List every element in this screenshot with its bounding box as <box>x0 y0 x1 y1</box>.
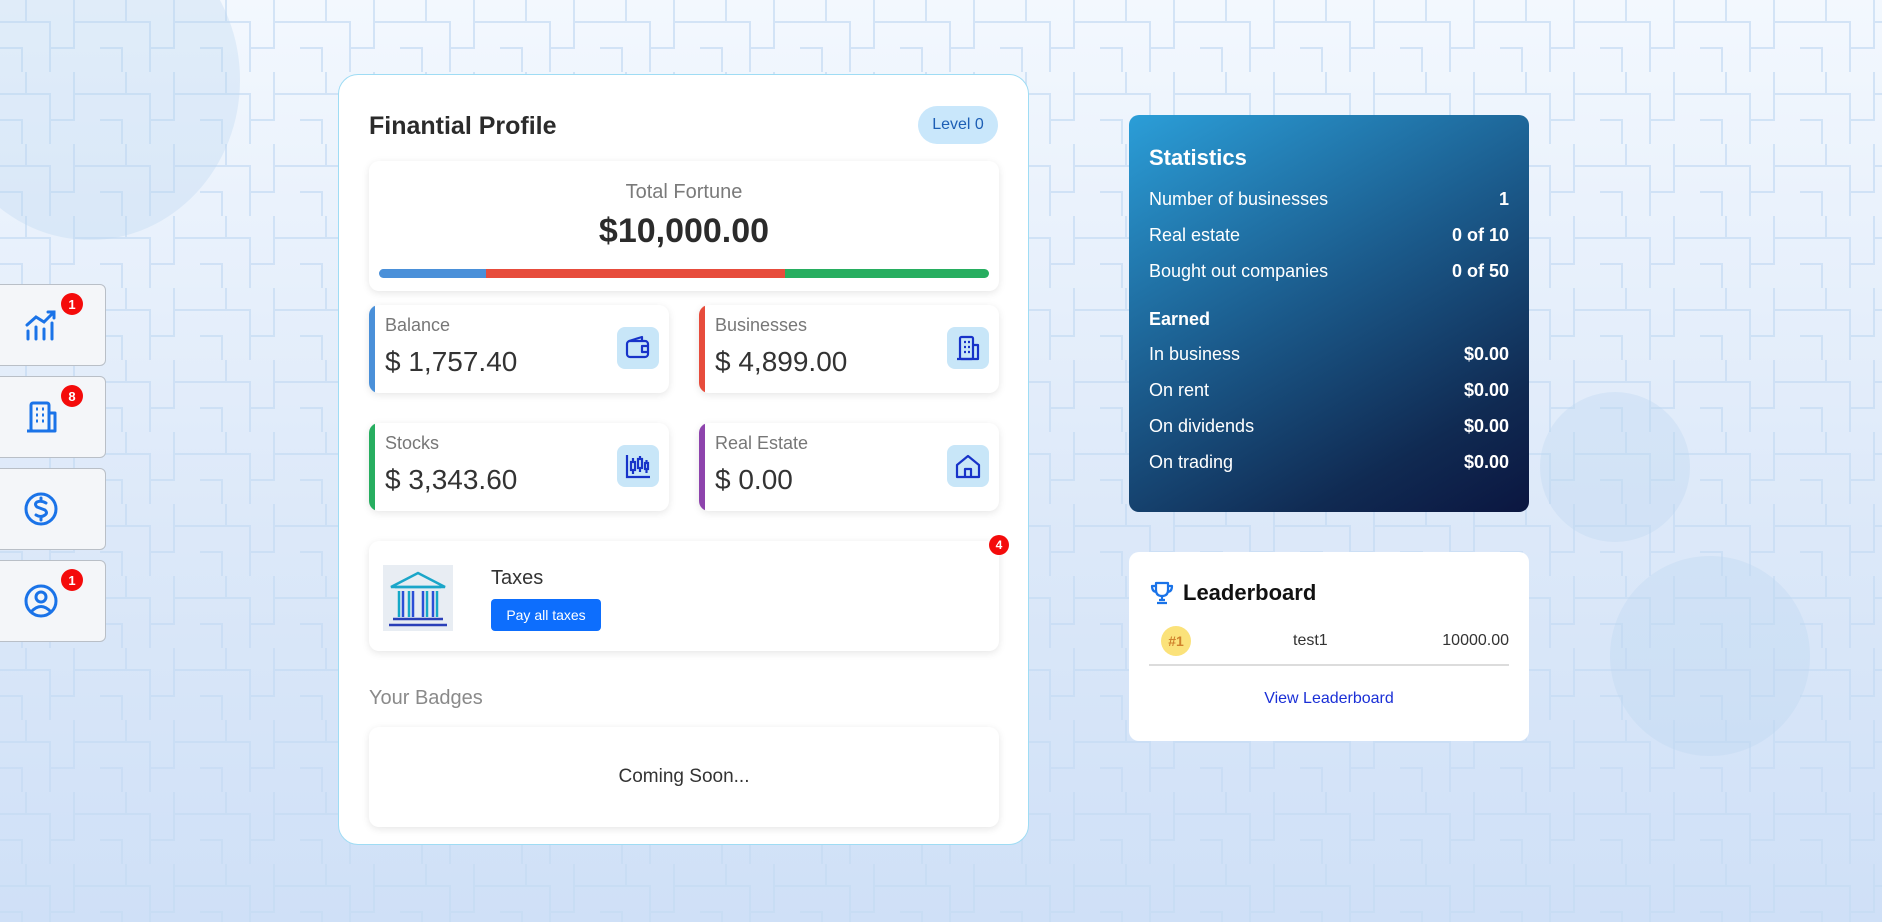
rank-badge: #1 <box>1161 626 1191 656</box>
real-estate-label: Real Estate <box>715 433 809 453</box>
businesses-value: $ 4,899.00 <box>715 346 848 377</box>
notification-badge: 4 <box>989 535 1009 555</box>
notification-badge: 1 <box>61 569 83 591</box>
earned-value: $0.00 <box>1463 416 1509 436</box>
wallet-icon <box>625 335 650 359</box>
pay-all-taxes-button[interactable]: Pay all taxes <box>491 599 601 631</box>
earned-row: On trading $0.00 <box>1149 452 1509 488</box>
badges-placeholder: Coming Soon... <box>618 766 750 787</box>
earned-label: On rent <box>1149 380 1210 400</box>
stat-label: Number of businesses <box>1149 189 1329 209</box>
stocks-card[interactable]: Stocks $ 3,343.60 <box>369 423 669 511</box>
leaderboard-row: #1 test1 10000.00 <box>1149 618 1509 666</box>
dollar-circle-icon <box>24 492 58 526</box>
fortune-bar-segment <box>785 269 989 278</box>
fortune-breakdown-bar <box>379 269 989 278</box>
badges-card: Coming Soon... <box>369 727 999 827</box>
level-badge: Level 0 <box>918 106 998 144</box>
view-leaderboard-link[interactable]: View Leaderboard <box>1149 690 1509 708</box>
stat-row: Real estate 0 of 10 <box>1149 225 1509 261</box>
stat-value: 0 of 50 <box>1451 261 1509 281</box>
building-icon <box>957 335 980 361</box>
bank-icon <box>389 571 447 627</box>
leaderboard-title: Leaderboard <box>1183 580 1317 605</box>
earned-row: In business $0.00 <box>1149 344 1509 380</box>
businesses-card[interactable]: Businesses $ 4,899.00 <box>699 305 999 393</box>
user-circle-icon <box>24 584 58 618</box>
candlestick-icon <box>625 455 650 479</box>
notification-badge: 1 <box>61 293 83 315</box>
stat-label: Real estate <box>1149 225 1241 245</box>
stat-value: 1 <box>1498 189 1509 209</box>
building-icon <box>27 401 57 433</box>
badges-title: Your Badges <box>369 687 483 709</box>
statistics-title: Statistics <box>1149 145 1247 170</box>
stocks-label: Stocks <box>385 433 440 453</box>
earned-row: On dividends $0.00 <box>1149 416 1509 452</box>
earned-label: In business <box>1149 344 1241 364</box>
fortune-value: $10,000.00 <box>598 212 770 250</box>
earned-title: Earned <box>1149 309 1211 329</box>
statistics-panel: Statistics Number of businesses 1 Real e… <box>1129 115 1529 512</box>
player-score: 10000.00 <box>1442 632 1509 649</box>
stat-row: Bought out companies 0 of 50 <box>1149 261 1509 297</box>
earned-row: On rent $0.00 <box>1149 380 1509 416</box>
taxes-card: Taxes Pay all taxes 4 <box>369 535 1009 651</box>
earned-label: On trading <box>1149 452 1234 472</box>
side-nav: 1 8 1 <box>0 284 106 652</box>
bank-building-image <box>383 565 453 631</box>
financial-profile-card: Finantial Profile Level 0 Total Fortune … <box>338 74 1029 845</box>
nav-item-finance[interactable] <box>0 468 106 550</box>
notification-badge: 8 <box>61 385 83 407</box>
fortune-label: Total Fortune <box>625 181 743 203</box>
balance-card[interactable]: Balance $ 1,757.40 <box>369 305 669 393</box>
taxes-label: Taxes <box>491 567 544 589</box>
nav-item-profile[interactable]: 1 <box>0 560 106 642</box>
total-fortune-card: Total Fortune $10,000.00 <box>369 161 999 291</box>
stocks-value: $ 3,343.60 <box>385 464 518 495</box>
stat-row: Number of businesses 1 <box>1149 189 1509 225</box>
background-circle <box>0 0 240 240</box>
background-circle <box>1610 556 1810 756</box>
player-name: test1 <box>1293 632 1328 649</box>
real-estate-card[interactable]: Real Estate $ 0.00 <box>699 423 999 511</box>
balance-label: Balance <box>385 315 451 335</box>
fortune-bar-segment <box>379 269 487 278</box>
fortune-bar-segment <box>486 269 785 278</box>
real-estate-value: $ 0.00 <box>715 464 793 495</box>
house-icon <box>955 454 981 479</box>
stat-label: Bought out companies <box>1149 261 1329 281</box>
earned-value: $0.00 <box>1463 380 1509 400</box>
trophy-icon <box>1150 581 1174 605</box>
businesses-label: Businesses <box>715 315 808 335</box>
earned-value: $0.00 <box>1463 452 1509 472</box>
background-circle <box>1540 392 1690 542</box>
stat-value: 0 of 10 <box>1451 225 1509 245</box>
nav-item-businesses[interactable]: 8 <box>0 376 106 458</box>
balance-value: $ 1,757.40 <box>385 346 518 377</box>
chart-icon <box>25 310 56 341</box>
nav-item-statistics[interactable]: 1 <box>0 284 106 366</box>
leaderboard-panel: Leaderboard #1 test1 10000.00 View Leade… <box>1129 552 1529 741</box>
earned-value: $0.00 <box>1463 344 1509 364</box>
earned-label: On dividends <box>1149 416 1255 436</box>
profile-title: Finantial Profile <box>369 112 557 140</box>
